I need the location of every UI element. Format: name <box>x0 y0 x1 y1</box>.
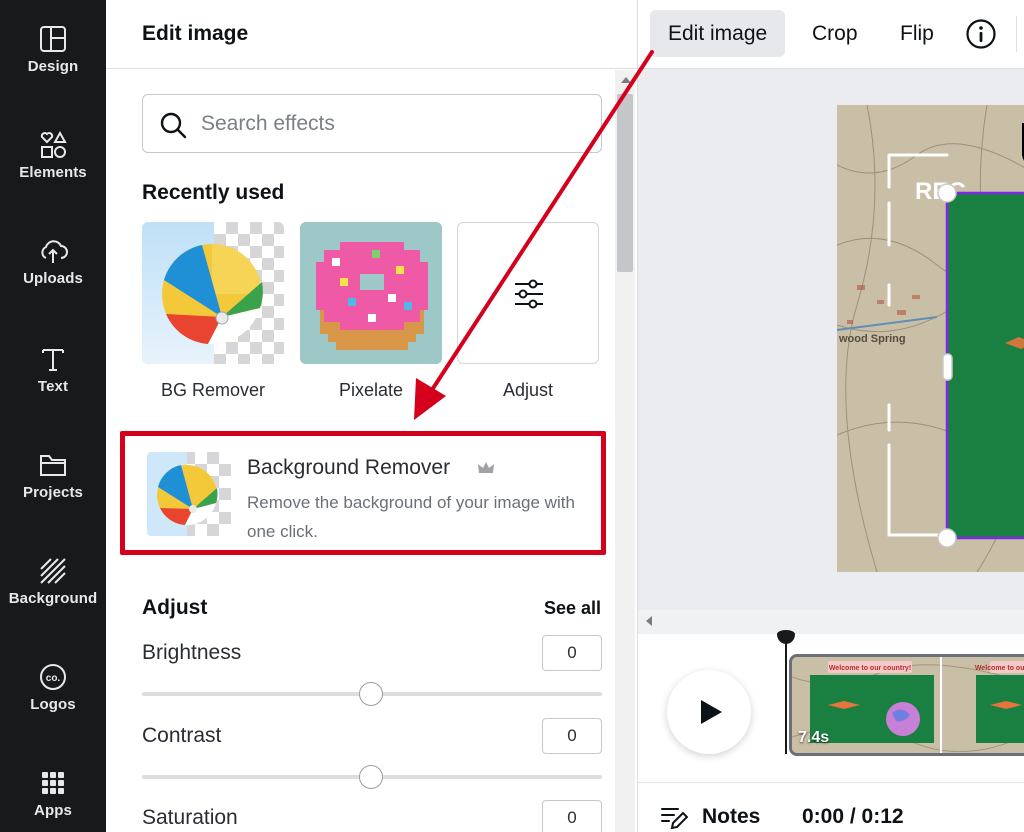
effect-label-pixelate: Pixelate <box>338 380 404 400</box>
donut-pixel-thumbnail <box>300 222 442 364</box>
clip-duration: 7.4s <box>798 729 830 746</box>
brightness-slider-handle[interactable] <box>359 682 383 706</box>
canvas-area: wood Spring REC <box>638 70 1024 610</box>
sliders-icon <box>515 279 543 309</box>
brightness-label: Brightness <box>142 641 242 664</box>
sidebar-item-label: Apps <box>34 802 72 819</box>
contrast-label: Contrast <box>142 724 222 747</box>
elements-icon <box>40 130 67 158</box>
notes-label: Notes <box>702 805 761 828</box>
sidebar-item-label: Projects <box>23 484 83 501</box>
canvas-horizontal-scrollbar[interactable] <box>638 610 1024 634</box>
sidebar-item-projects[interactable]: Projects <box>0 450 106 530</box>
saturation-label: Saturation <box>142 806 238 829</box>
sidebar-item-background[interactable]: Background <box>0 556 106 636</box>
effect-card-bg-remover[interactable] <box>142 222 284 364</box>
notes-pencil-icon <box>661 808 688 830</box>
context-toolbar: Edit image Crop Flip <box>638 0 1024 69</box>
text-icon <box>42 349 64 371</box>
sidebar-item-design[interactable]: Design <box>0 24 106 104</box>
edit-image-panel: Edit image Recently used BG Remover <box>106 0 638 832</box>
sidebar-item-label: Background <box>8 590 98 607</box>
sidebar-item-text[interactable]: Text <box>0 344 106 424</box>
sidebar-item-label: Design <box>27 58 79 75</box>
bottom-bar: Notes 0:00 / 0:12 <box>638 782 1024 832</box>
background-remover-title: Background Remover <box>247 456 451 479</box>
clip-banner-2: Welcome to our country! <box>975 665 1024 672</box>
timeline: Welcome to our country! Welcome to our c… <box>638 630 1024 782</box>
svg-text:wood Spring: wood Spring <box>838 333 906 345</box>
crown-icon <box>478 462 494 473</box>
beach-ball-thumbnail <box>142 222 263 364</box>
effect-label-bg-remover: BG Remover <box>160 380 266 400</box>
scroll-up-arrow-icon[interactable] <box>621 77 631 83</box>
search-icon <box>160 112 187 139</box>
beach-ball-small-thumbnail <box>147 452 218 536</box>
saturation-value-input[interactable]: 0 <box>542 800 602 832</box>
sidebar-item-elements[interactable]: Elements <box>0 130 106 210</box>
info-icon[interactable] <box>965 18 997 50</box>
contrast-value-input[interactable]: 0 <box>542 718 602 754</box>
sidebar-item-logos[interactable]: co. Logos <box>0 662 106 742</box>
background-remover-description: Remove the background of your image with… <box>247 493 575 541</box>
sidebar-item-label: Text <box>37 378 69 395</box>
sidebar-item-apps[interactable]: Apps <box>0 768 106 832</box>
sidebar-item-label: Elements <box>19 164 87 181</box>
design-icon <box>40 26 66 52</box>
background-remover-item[interactable]: Background Remover Remove the background… <box>120 431 606 555</box>
contrast-slider-handle[interactable] <box>359 765 383 789</box>
resize-handle-top-left[interactable] <box>937 183 957 203</box>
playhead-handle[interactable] <box>777 630 795 644</box>
search-box <box>142 94 602 153</box>
flip-button[interactable]: Flip <box>882 10 952 57</box>
panel-title: Edit image <box>142 22 249 45</box>
background-remover-thumbnail <box>147 452 231 536</box>
resize-handle-bottom-left[interactable] <box>937 528 957 548</box>
brightness-value-input[interactable]: 0 <box>542 635 602 671</box>
svg-text:co.: co. <box>46 673 61 684</box>
clip-banner-1: Welcome to our country! <box>829 665 911 672</box>
design-page[interactable]: wood Spring REC <box>837 105 1024 572</box>
play-icon <box>701 700 722 724</box>
see-all-link[interactable]: See all <box>544 598 601 619</box>
effect-label-adjust: Adjust <box>502 380 554 400</box>
effect-card-pixelate[interactable] <box>300 222 442 364</box>
logos-icon: co. <box>40 664 66 690</box>
playhead-line[interactable] <box>785 634 787 754</box>
effect-card-adjust[interactable] <box>457 222 599 364</box>
notes-button[interactable]: Notes <box>660 803 760 831</box>
folder-icon <box>40 455 66 476</box>
recently-used-heading: Recently used <box>142 181 285 204</box>
toolbar-divider <box>1016 16 1017 52</box>
sidebar-item-label: Uploads <box>23 270 83 287</box>
adjust-heading: Adjust <box>142 596 208 619</box>
sidebar-item-uploads[interactable]: Uploads <box>0 236 106 316</box>
map-background-image: wood Spring REC <box>837 105 1024 572</box>
left-sidebar: Design Elements Uploads Text Projects Ba… <box>0 0 106 832</box>
green-element[interactable] <box>945 191 1024 540</box>
crop-button[interactable]: Crop <box>794 10 876 57</box>
panel-header: Edit image <box>106 0 637 69</box>
search-input[interactable] <box>201 107 591 141</box>
apps-icon <box>42 772 64 794</box>
scroll-left-arrow-icon[interactable] <box>646 616 652 626</box>
uploads-icon <box>41 240 68 263</box>
resize-handle-left[interactable] <box>942 353 953 381</box>
play-button[interactable] <box>667 670 751 754</box>
timecode: 0:00 / 0:12 <box>802 805 904 828</box>
background-icon <box>40 558 66 584</box>
timeline-clip[interactable]: Welcome to our country! Welcome to our c… <box>789 654 1024 756</box>
scroll-thumb[interactable] <box>617 94 633 272</box>
sidebar-item-label: Logos <box>30 696 76 713</box>
edit-image-button[interactable]: Edit image <box>650 10 786 57</box>
